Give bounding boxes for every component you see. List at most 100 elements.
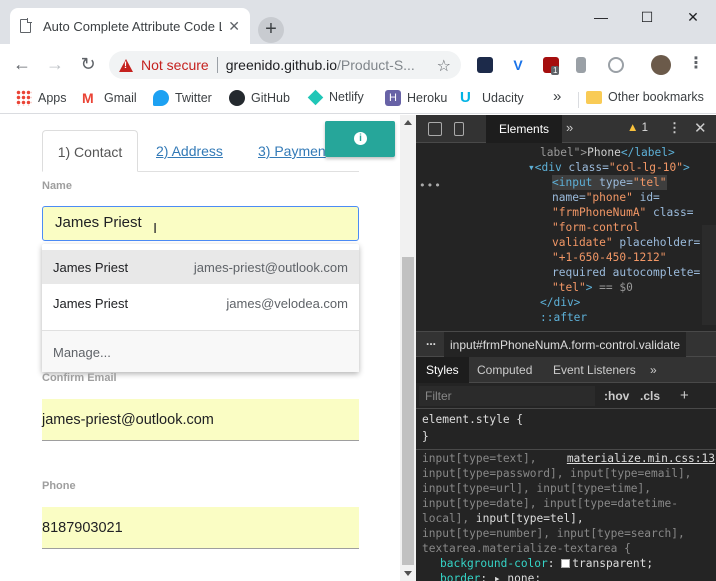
close-window-button[interactable]: ✕ bbox=[670, 6, 716, 28]
page-scrollbar-thumb[interactable] bbox=[402, 257, 414, 565]
not-secure-label[interactable]: Not secure bbox=[141, 57, 209, 73]
code-token: type= bbox=[599, 176, 633, 189]
code-token: "frmPhoneNumA" bbox=[552, 206, 647, 219]
bookmark-heroku[interactable]: H Heroku bbox=[385, 90, 447, 106]
menu-kebab-icon[interactable]: ⋮ bbox=[688, 53, 704, 73]
property-value: none; bbox=[507, 572, 542, 581]
dom-node-line[interactable]: validate" placeholder= bbox=[552, 235, 700, 250]
styles-filter-input[interactable]: Filter bbox=[419, 386, 595, 406]
selector-line: input[type=text], bbox=[422, 451, 537, 466]
tab-computed[interactable]: Computed bbox=[477, 357, 532, 383]
warnings-counter[interactable]: ▲ 1 bbox=[627, 122, 648, 134]
code-token: "+1-650-450-1212" bbox=[552, 251, 667, 264]
bookmark-gmail[interactable]: M Gmail bbox=[82, 90, 137, 106]
maximize-button[interactable]: ☐ bbox=[624, 6, 670, 28]
new-rule-icon[interactable]: + bbox=[680, 383, 689, 409]
dom-node-line[interactable]: "tel"> == $0 bbox=[552, 280, 633, 295]
hov-toggle[interactable]: :hov bbox=[604, 383, 629, 409]
tab-address[interactable]: 2) Address bbox=[156, 130, 223, 172]
selector-line: input[type=date], input[type=datetime- bbox=[422, 496, 678, 511]
selector-line: input[type=password], input[type=email], bbox=[422, 466, 691, 481]
declaration-border[interactable]: border: ▸ none; bbox=[440, 571, 541, 581]
code-token: ▾<div bbox=[528, 161, 569, 174]
other-bookmarks[interactable]: Other bookmarks bbox=[586, 90, 704, 104]
selector-token: input[type=number], input[type=search], bbox=[422, 527, 685, 540]
selector-token: input[type=date], input[type=datetime- bbox=[422, 497, 678, 510]
ublock-extension-icon[interactable]: 1 bbox=[543, 57, 560, 75]
tab-contact[interactable]: 1) Contact bbox=[42, 130, 138, 172]
minimize-button[interactable]: — bbox=[578, 6, 624, 28]
browser-tab[interactable]: Auto Complete Attribute Code La ✕ bbox=[10, 8, 250, 44]
circle-extension-icon[interactable] bbox=[608, 57, 624, 73]
autofill-dropdown: James Priest james-priest@outlook.com Ja… bbox=[42, 244, 359, 372]
element-style-rule[interactable]: element.style { bbox=[422, 412, 523, 427]
name-label: Name bbox=[42, 180, 72, 192]
devtools-menu-icon[interactable]: ⋮ bbox=[668, 120, 681, 136]
bookmark-udacity[interactable]: U Udacity bbox=[460, 90, 524, 106]
profile-avatar[interactable] bbox=[651, 55, 671, 75]
confirm-email-input[interactable]: james-priest@outlook.com bbox=[42, 399, 359, 441]
dom-node-line[interactable]: name="phone" id= bbox=[552, 190, 660, 205]
reload-icon[interactable]: ↻ bbox=[78, 54, 98, 74]
new-tab-button[interactable]: + bbox=[258, 17, 284, 43]
tab-payment[interactable]: 3) Paymen bbox=[258, 130, 326, 172]
dom-tree-scrollbar[interactable] bbox=[702, 225, 716, 325]
phone-label: Phone bbox=[42, 480, 76, 492]
breadcrumb-more-icon[interactable]: ... bbox=[426, 328, 436, 354]
heroku-icon: H bbox=[385, 90, 401, 106]
back-icon[interactable]: ← bbox=[12, 54, 32, 74]
bookmarks-overflow-button[interactable]: » bbox=[553, 88, 561, 105]
dom-node-line[interactable]: ::after bbox=[540, 310, 587, 325]
suggestion-name: James Priest bbox=[53, 260, 129, 275]
styles-pane: element.style { } materialize.min.css:13… bbox=[416, 409, 716, 581]
dom-node-line[interactable]: "form-control bbox=[552, 220, 640, 235]
node-actions-icon[interactable]: ••• bbox=[419, 179, 442, 192]
info-button[interactable]: i bbox=[325, 121, 395, 157]
dom-node-line[interactable]: </div> bbox=[540, 295, 580, 310]
breadcrumb-node[interactable]: input#frmPhoneNumA.form-control.validate bbox=[444, 332, 687, 358]
code-token: Phone bbox=[587, 146, 621, 159]
extension-badge: 1 bbox=[551, 66, 560, 75]
autofill-suggestion[interactable]: James Priest james-priest@outlook.com bbox=[42, 250, 359, 284]
dom-node-line[interactable]: <input type="tel" bbox=[552, 175, 667, 190]
bookmark-star-icon[interactable]: ☆ bbox=[437, 56, 451, 76]
manage-autofill[interactable]: Manage... bbox=[42, 330, 359, 372]
inspect-element-icon[interactable] bbox=[428, 122, 442, 136]
dom-node-line[interactable]: required autocomplete= bbox=[552, 265, 700, 280]
dom-node-line[interactable]: "frmPhoneNumA" class= bbox=[552, 205, 693, 220]
autofill-suggestion[interactable]: James Priest james@velodea.com bbox=[42, 286, 359, 320]
scroll-down-icon[interactable] bbox=[404, 571, 412, 576]
forward-icon[interactable]: → bbox=[45, 54, 65, 74]
bookmark-twitter[interactable]: Twitter bbox=[153, 90, 212, 106]
scroll-up-icon[interactable] bbox=[404, 120, 412, 125]
tab-event-listeners[interactable]: Event Listeners bbox=[553, 357, 636, 383]
vimium-extension-icon[interactable]: V bbox=[510, 57, 526, 73]
rule-divider bbox=[416, 449, 716, 450]
suggestion-email: james-priest@outlook.com bbox=[193, 260, 348, 275]
bookmark-netlify[interactable]: Netlify bbox=[307, 89, 364, 105]
phone-input[interactable]: 8187903021 bbox=[42, 507, 359, 549]
bookmark-apps[interactable]: Apps bbox=[16, 90, 67, 106]
declaration-background-color[interactable]: background-color: transparent; bbox=[440, 556, 653, 571]
address-bar[interactable]: Not secure greenido.github.io /Product-S… bbox=[109, 51, 461, 79]
dom-node-line[interactable]: "+1-650-450-1212" bbox=[552, 250, 667, 265]
code-token: validate" bbox=[552, 236, 613, 249]
devtools-close-icon[interactable]: ✕ bbox=[694, 119, 707, 137]
more-tabs-icon[interactable]: » bbox=[566, 120, 573, 135]
dom-node-line[interactable]: label">Phone</label> bbox=[540, 145, 675, 160]
bookmark-extension-icon[interactable] bbox=[576, 57, 586, 73]
tab-close-icon[interactable]: ✕ bbox=[228, 18, 240, 35]
dom-tree[interactable]: label">Phone</label> ▾<div class="col-lg-… bbox=[416, 143, 716, 331]
device-toolbar-icon[interactable] bbox=[454, 122, 464, 136]
cls-toggle[interactable]: .cls bbox=[640, 383, 660, 409]
more-subtabs-icon[interactable]: » bbox=[650, 357, 657, 383]
page-scrollbar[interactable] bbox=[400, 115, 416, 581]
extension-icon[interactable] bbox=[477, 57, 493, 73]
color-swatch-icon[interactable] bbox=[561, 559, 571, 568]
tab-elements[interactable]: Elements bbox=[486, 115, 563, 143]
name-input[interactable]: James Priest I bbox=[42, 206, 359, 241]
dom-node-line[interactable]: ▾<div class="col-lg-10"> bbox=[528, 160, 690, 175]
tab-styles[interactable]: Styles bbox=[416, 357, 469, 383]
rule-source-link[interactable]: materialize.min.css:13 bbox=[567, 451, 715, 466]
bookmark-github[interactable]: GitHub bbox=[229, 90, 290, 106]
